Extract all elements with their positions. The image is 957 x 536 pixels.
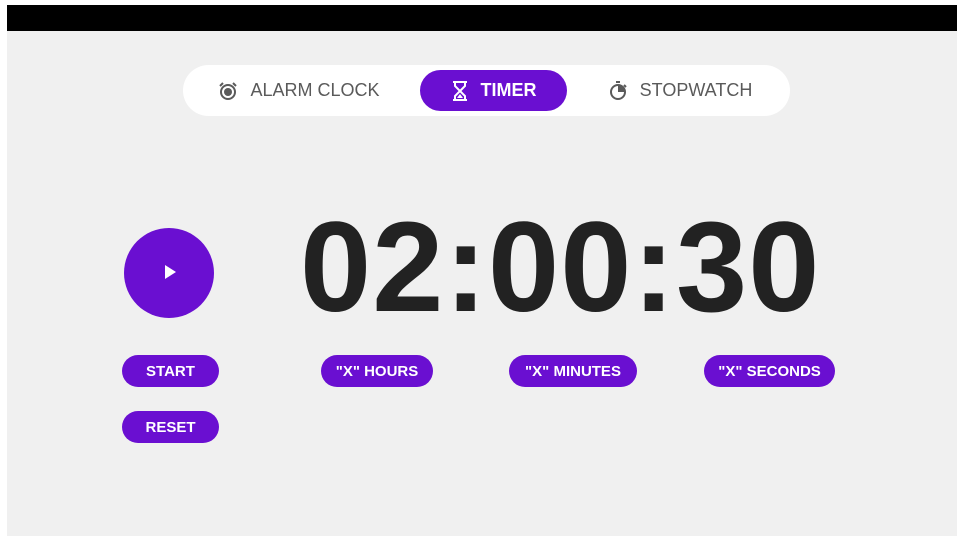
- play-button[interactable]: [124, 228, 214, 318]
- reset-button[interactable]: RESET: [122, 411, 219, 443]
- tab-alarm-clock-label: ALARM CLOCK: [250, 80, 380, 100]
- start-button[interactable]: START: [122, 355, 219, 387]
- mode-tab-bar: ALARM CLOCK TIMER STOPWATCH: [183, 65, 790, 116]
- tab-timer-label: TIMER: [480, 80, 537, 100]
- tab-alarm-clock[interactable]: ALARM CLOCK: [203, 70, 395, 111]
- app-screen: ALARM CLOCK TIMER STOPWATCH 02:00:30 STA…: [7, 5, 957, 536]
- tab-stopwatch-label: STOPWATCH: [639, 80, 753, 100]
- set-hours-button[interactable]: "X" HOURS: [321, 355, 433, 387]
- alarm-clock-icon: [218, 81, 238, 101]
- set-minutes-button[interactable]: "X" MINUTES: [509, 355, 637, 387]
- set-seconds-button[interactable]: "X" SECONDS: [704, 355, 835, 387]
- stopwatch-icon: [608, 80, 628, 101]
- play-icon: [157, 260, 181, 287]
- timer-display: 02:00:30: [300, 196, 821, 339]
- tab-timer[interactable]: TIMER: [420, 70, 567, 111]
- hourglass-icon: [451, 80, 469, 101]
- tab-stopwatch[interactable]: STOPWATCH: [591, 70, 769, 111]
- status-bar: [7, 5, 957, 31]
